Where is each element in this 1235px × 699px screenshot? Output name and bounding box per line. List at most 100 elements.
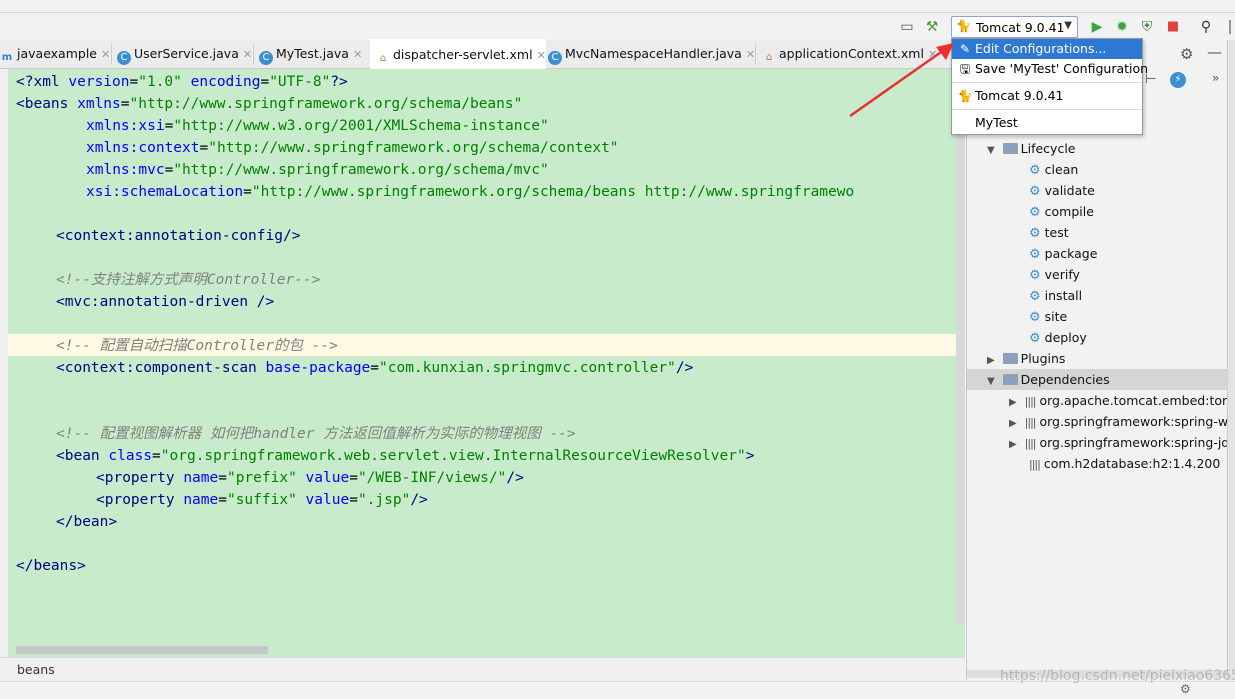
tomcat-configuration-item[interactable]: 🐈 Tomcat 9.0.41: [952, 86, 1142, 106]
tab-label: dispatcher-servlet.xml: [393, 47, 533, 62]
maven-goal-site[interactable]: ⚙ site: [1029, 306, 1067, 327]
tab-label: javaexample: [17, 46, 97, 61]
goal-label: site: [1044, 309, 1068, 324]
run-configuration-dropdown: ✎ Edit Configurations... 🖫 Save 'MyTest' C…: [951, 38, 1148, 135]
editor-horizontal-scrollbar[interactable]: [16, 646, 268, 654]
lifecycle-label: Lifecycle: [1020, 141, 1076, 156]
chevron-right-icon: ▶: [987, 355, 995, 366]
maven-goal-deploy[interactable]: ⚙ deploy: [1029, 327, 1087, 348]
maven-plugins-node[interactable]: ▶ Plugins: [987, 348, 1065, 369]
dependency-item[interactable]: ▶ |||| org.apache.tomcat.embed:tomc: [1009, 390, 1235, 411]
code-line: xmlns:context="http://www.springframewor…: [86, 140, 619, 156]
dependency-item[interactable]: ▶ |||| org.springframework:spring-we: [1009, 411, 1235, 432]
close-icon[interactable]: ✕: [101, 48, 110, 61]
mytest-configuration-item[interactable]: MyTest: [952, 113, 1142, 133]
breadcrumb-item[interactable]: beans: [17, 662, 55, 677]
library-icon: ||||: [1024, 437, 1037, 450]
gear-icon[interactable]: ⚙: [1180, 45, 1193, 63]
run-icon[interactable]: ▶: [1088, 18, 1106, 36]
maven-m-icon: m: [1, 52, 13, 63]
search-icon[interactable]: ⚲: [1197, 18, 1215, 36]
tab-javaexample[interactable]: m javaexample ✕: [0, 40, 110, 68]
tab-separator: [253, 44, 254, 64]
tab-mvcnamespacehandler[interactable]: C MvcNamespaceHandler.java ✕: [548, 40, 755, 68]
maven-tool-window: ⚙ — ⊢ ⚡ » ▼ Lifecycle ⚙ clean ⚙ validate ⚙…: [966, 40, 1235, 680]
chevron-right-icon: ▶: [1009, 418, 1017, 429]
close-icon[interactable]: ✕: [537, 49, 546, 62]
debug-icon[interactable]: ✹: [1113, 18, 1131, 36]
maven-dependencies-node[interactable]: ▼ Dependencies: [967, 369, 1228, 390]
dependency-label: org.springframework:spring-we: [1039, 414, 1235, 429]
goal-label: clean: [1044, 162, 1079, 177]
code-line: <bean class="org.springframework.web.ser…: [56, 448, 755, 464]
tab-mytest[interactable]: C MyTest.java ✕: [259, 40, 367, 68]
stop-icon[interactable]: ■: [1164, 18, 1182, 36]
code-line: <context:component-scan base-package="co…: [56, 360, 694, 376]
dependency-label: org.apache.tomcat.embed:tomc: [1039, 393, 1235, 408]
maven-goal-compile[interactable]: ⚙ compile: [1029, 201, 1094, 222]
xml-icon: ⌂: [765, 52, 773, 63]
menu-separator: [952, 82, 1142, 83]
arrow-shaft: [849, 48, 945, 118]
maven-goal-install[interactable]: ⚙ install: [1029, 285, 1082, 306]
maven-goal-package[interactable]: ⚙ package: [1029, 243, 1097, 264]
skip-tests-icon[interactable]: ⚡: [1170, 72, 1186, 88]
dependency-item[interactable]: |||| com.h2database:h2:1.4.200: [1029, 453, 1220, 474]
plugins-label: Plugins: [1020, 351, 1066, 366]
settings-icon[interactable]: ⚙: [1180, 682, 1191, 696]
chevron-right-icon[interactable]: »: [1212, 71, 1219, 85]
maven-goal-test[interactable]: ⚙ test: [1029, 222, 1069, 243]
menu-item-label: Save 'MyTest' Configuration: [975, 61, 1149, 76]
coverage-icon[interactable]: ⛨: [1138, 18, 1156, 36]
menu-item-label: Edit Configurations...: [975, 41, 1107, 56]
dependency-label: com.h2database:h2:1.4.200: [1043, 456, 1221, 471]
tab-separator: [111, 44, 112, 64]
chevron-down-icon: ▼: [1064, 20, 1072, 31]
build-hammer-icon[interactable]: ⚒: [923, 18, 941, 36]
editor-vertical-scrollbar[interactable]: [956, 69, 965, 624]
dependency-label: org.springframework:spring-jd: [1039, 435, 1230, 450]
code-line: xmlns:mvc="http://www.springframework.or…: [86, 162, 549, 178]
gear-icon: ⚙: [1029, 331, 1041, 346]
code-line: xsi:schemaLocation="http://www.springfra…: [86, 184, 855, 200]
run-configuration-selector[interactable]: 🐈 Tomcat 9.0.41 ▼: [951, 16, 1078, 38]
menu-item-label: MyTest: [975, 115, 1018, 130]
close-icon[interactable]: ✕: [746, 48, 755, 61]
library-icon: ||||: [1029, 458, 1041, 471]
tab-label: MvcNamespaceHandler.java: [565, 46, 742, 61]
code-line: </beans>: [16, 558, 86, 574]
gear-icon: ⚙: [1029, 205, 1041, 220]
tab-userservice[interactable]: C UserService.java ✕: [117, 40, 252, 68]
main-toolbar: ▭ ⚒ 🐈 Tomcat 9.0.41 ▼ ▶ ✹ ⛨ ■ ⚲ |: [0, 0, 1235, 40]
tab-dispatcher-servlet[interactable]: ⌂ dispatcher-servlet.xml ✕: [370, 39, 546, 69]
code-line: <property name="suffix" value=".jsp"/>: [96, 492, 428, 508]
dependency-item[interactable]: ▶ |||| org.springframework:spring-jd: [1009, 432, 1229, 453]
edit-configurations-item[interactable]: ✎ Edit Configurations...: [952, 39, 1142, 59]
code-editor[interactable]: <?xml version="1.0" encoding="UTF-8"?> <…: [0, 69, 965, 657]
layout-icon[interactable]: ▭: [898, 18, 916, 36]
toolbar-divider: [0, 12, 1235, 13]
right-tool-strip[interactable]: [1227, 40, 1235, 680]
maven-goal-verify[interactable]: ⚙ verify: [1029, 264, 1080, 285]
goal-label: verify: [1044, 267, 1080, 282]
maven-goal-validate[interactable]: ⚙ validate: [1029, 180, 1095, 201]
class-icon: C: [259, 51, 273, 65]
minimize-icon[interactable]: —: [1207, 43, 1222, 61]
close-icon[interactable]: ✕: [353, 48, 362, 61]
editor-tab-bar: m javaexample ✕ C UserService.java ✕ C MyTest…: [0, 39, 965, 69]
chevron-down-icon: ▼: [987, 376, 995, 387]
goal-label: install: [1044, 288, 1083, 303]
maven-goal-clean[interactable]: ⚙ clean: [1029, 159, 1078, 180]
code-line: <mvc:annotation-driven />: [56, 294, 275, 310]
tab-separator: [755, 44, 756, 64]
save-configuration-item[interactable]: 🖫 Save 'MyTest' Configuration: [952, 59, 1148, 79]
maven-lifecycle-node[interactable]: ▼ Lifecycle: [987, 138, 1076, 159]
gear-icon: ⚙: [1029, 226, 1041, 241]
more-icon[interactable]: |: [1221, 18, 1235, 36]
close-icon[interactable]: ✕: [243, 48, 252, 61]
class-icon: C: [548, 51, 562, 65]
tab-label: MyTest.java: [276, 46, 349, 61]
goal-label: package: [1044, 246, 1098, 261]
tab-label: UserService.java: [134, 46, 239, 61]
chevron-down-icon: ▼: [987, 145, 995, 156]
